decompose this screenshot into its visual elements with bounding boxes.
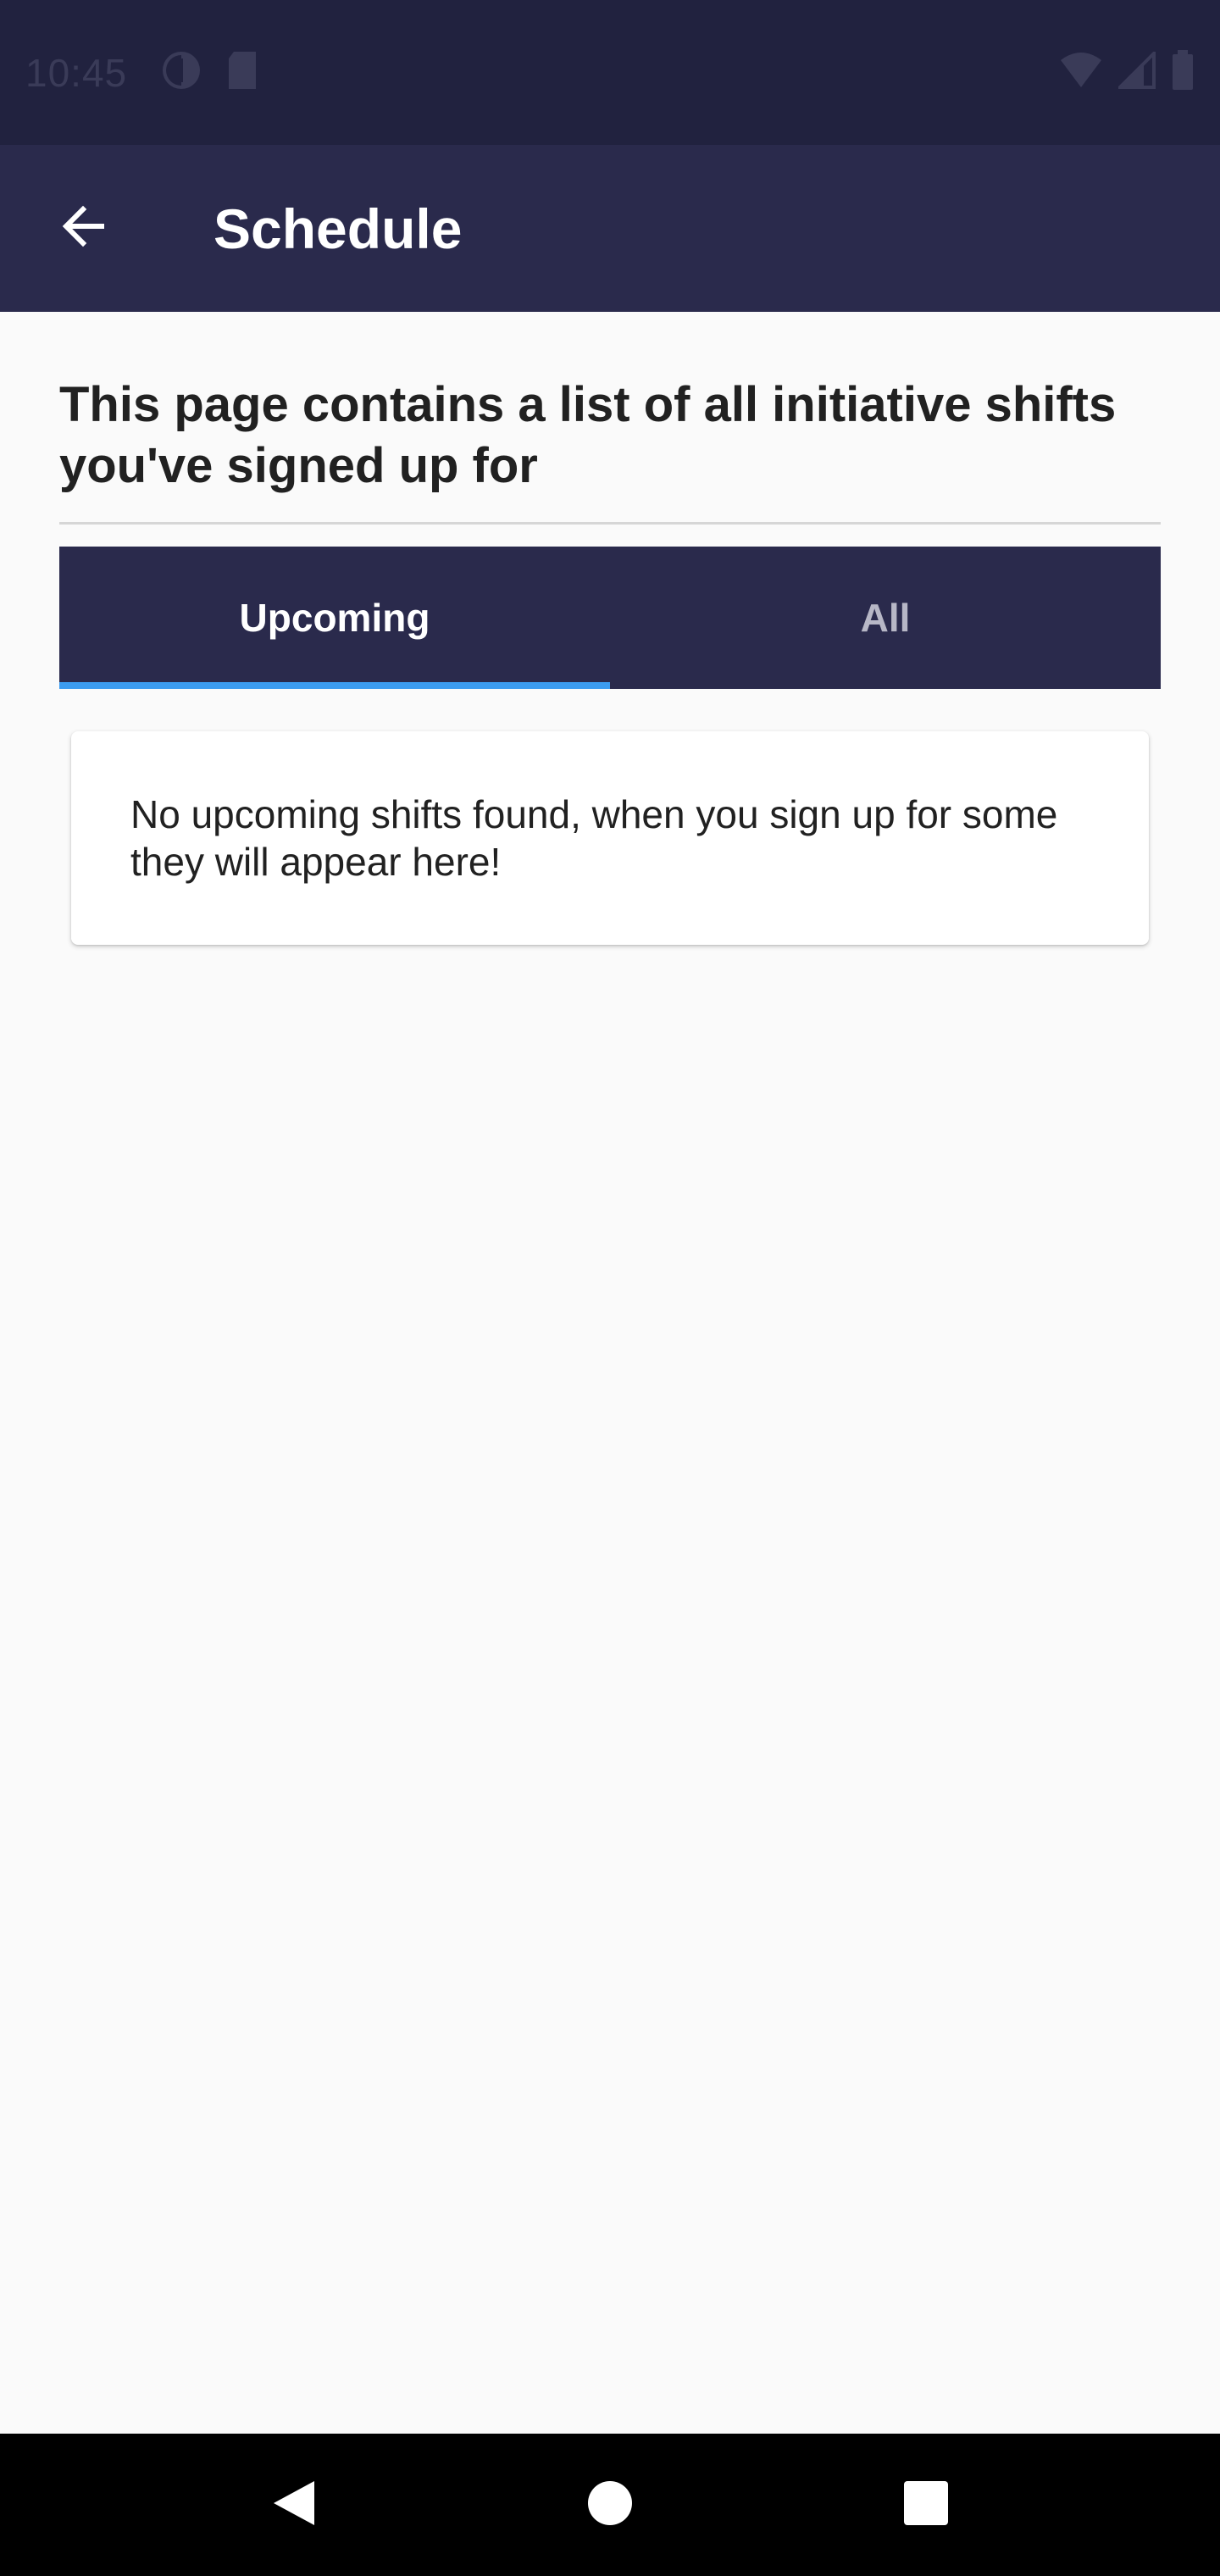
sd-card-icon (225, 50, 259, 95)
tab-upcoming[interactable]: Upcoming (59, 547, 610, 689)
status-time: 10:45 (25, 50, 128, 95)
arrow-back-icon (58, 201, 108, 256)
empty-state-card: No upcoming shifts found, when you sign … (71, 731, 1149, 945)
page-title: Schedule (214, 197, 463, 260)
battery-icon (1171, 50, 1195, 95)
system-nav-bar (0, 2434, 1220, 2576)
intro-text: This page contains a list of all initiat… (59, 375, 1161, 525)
back-button[interactable] (41, 186, 125, 271)
nav-back-button[interactable] (256, 2467, 332, 2543)
data-saver-icon (161, 50, 202, 95)
status-bar: 10:45 (0, 0, 1220, 145)
tab-bar: Upcoming All (59, 547, 1161, 689)
nav-recents-button[interactable] (888, 2467, 964, 2543)
wifi-icon (1059, 52, 1103, 93)
cell-signal-icon (1116, 49, 1156, 93)
app-bar: Schedule (0, 145, 1220, 312)
empty-state-message: No upcoming shifts found, when you sign … (130, 792, 1058, 884)
main-content: This page contains a list of all initiat… (0, 312, 1220, 945)
recents-square-icon (902, 2479, 950, 2531)
nav-home-button[interactable] (572, 2467, 648, 2543)
home-circle-icon (586, 2479, 634, 2531)
tab-all[interactable]: All (610, 547, 1161, 689)
back-triangle-icon (270, 2478, 318, 2533)
